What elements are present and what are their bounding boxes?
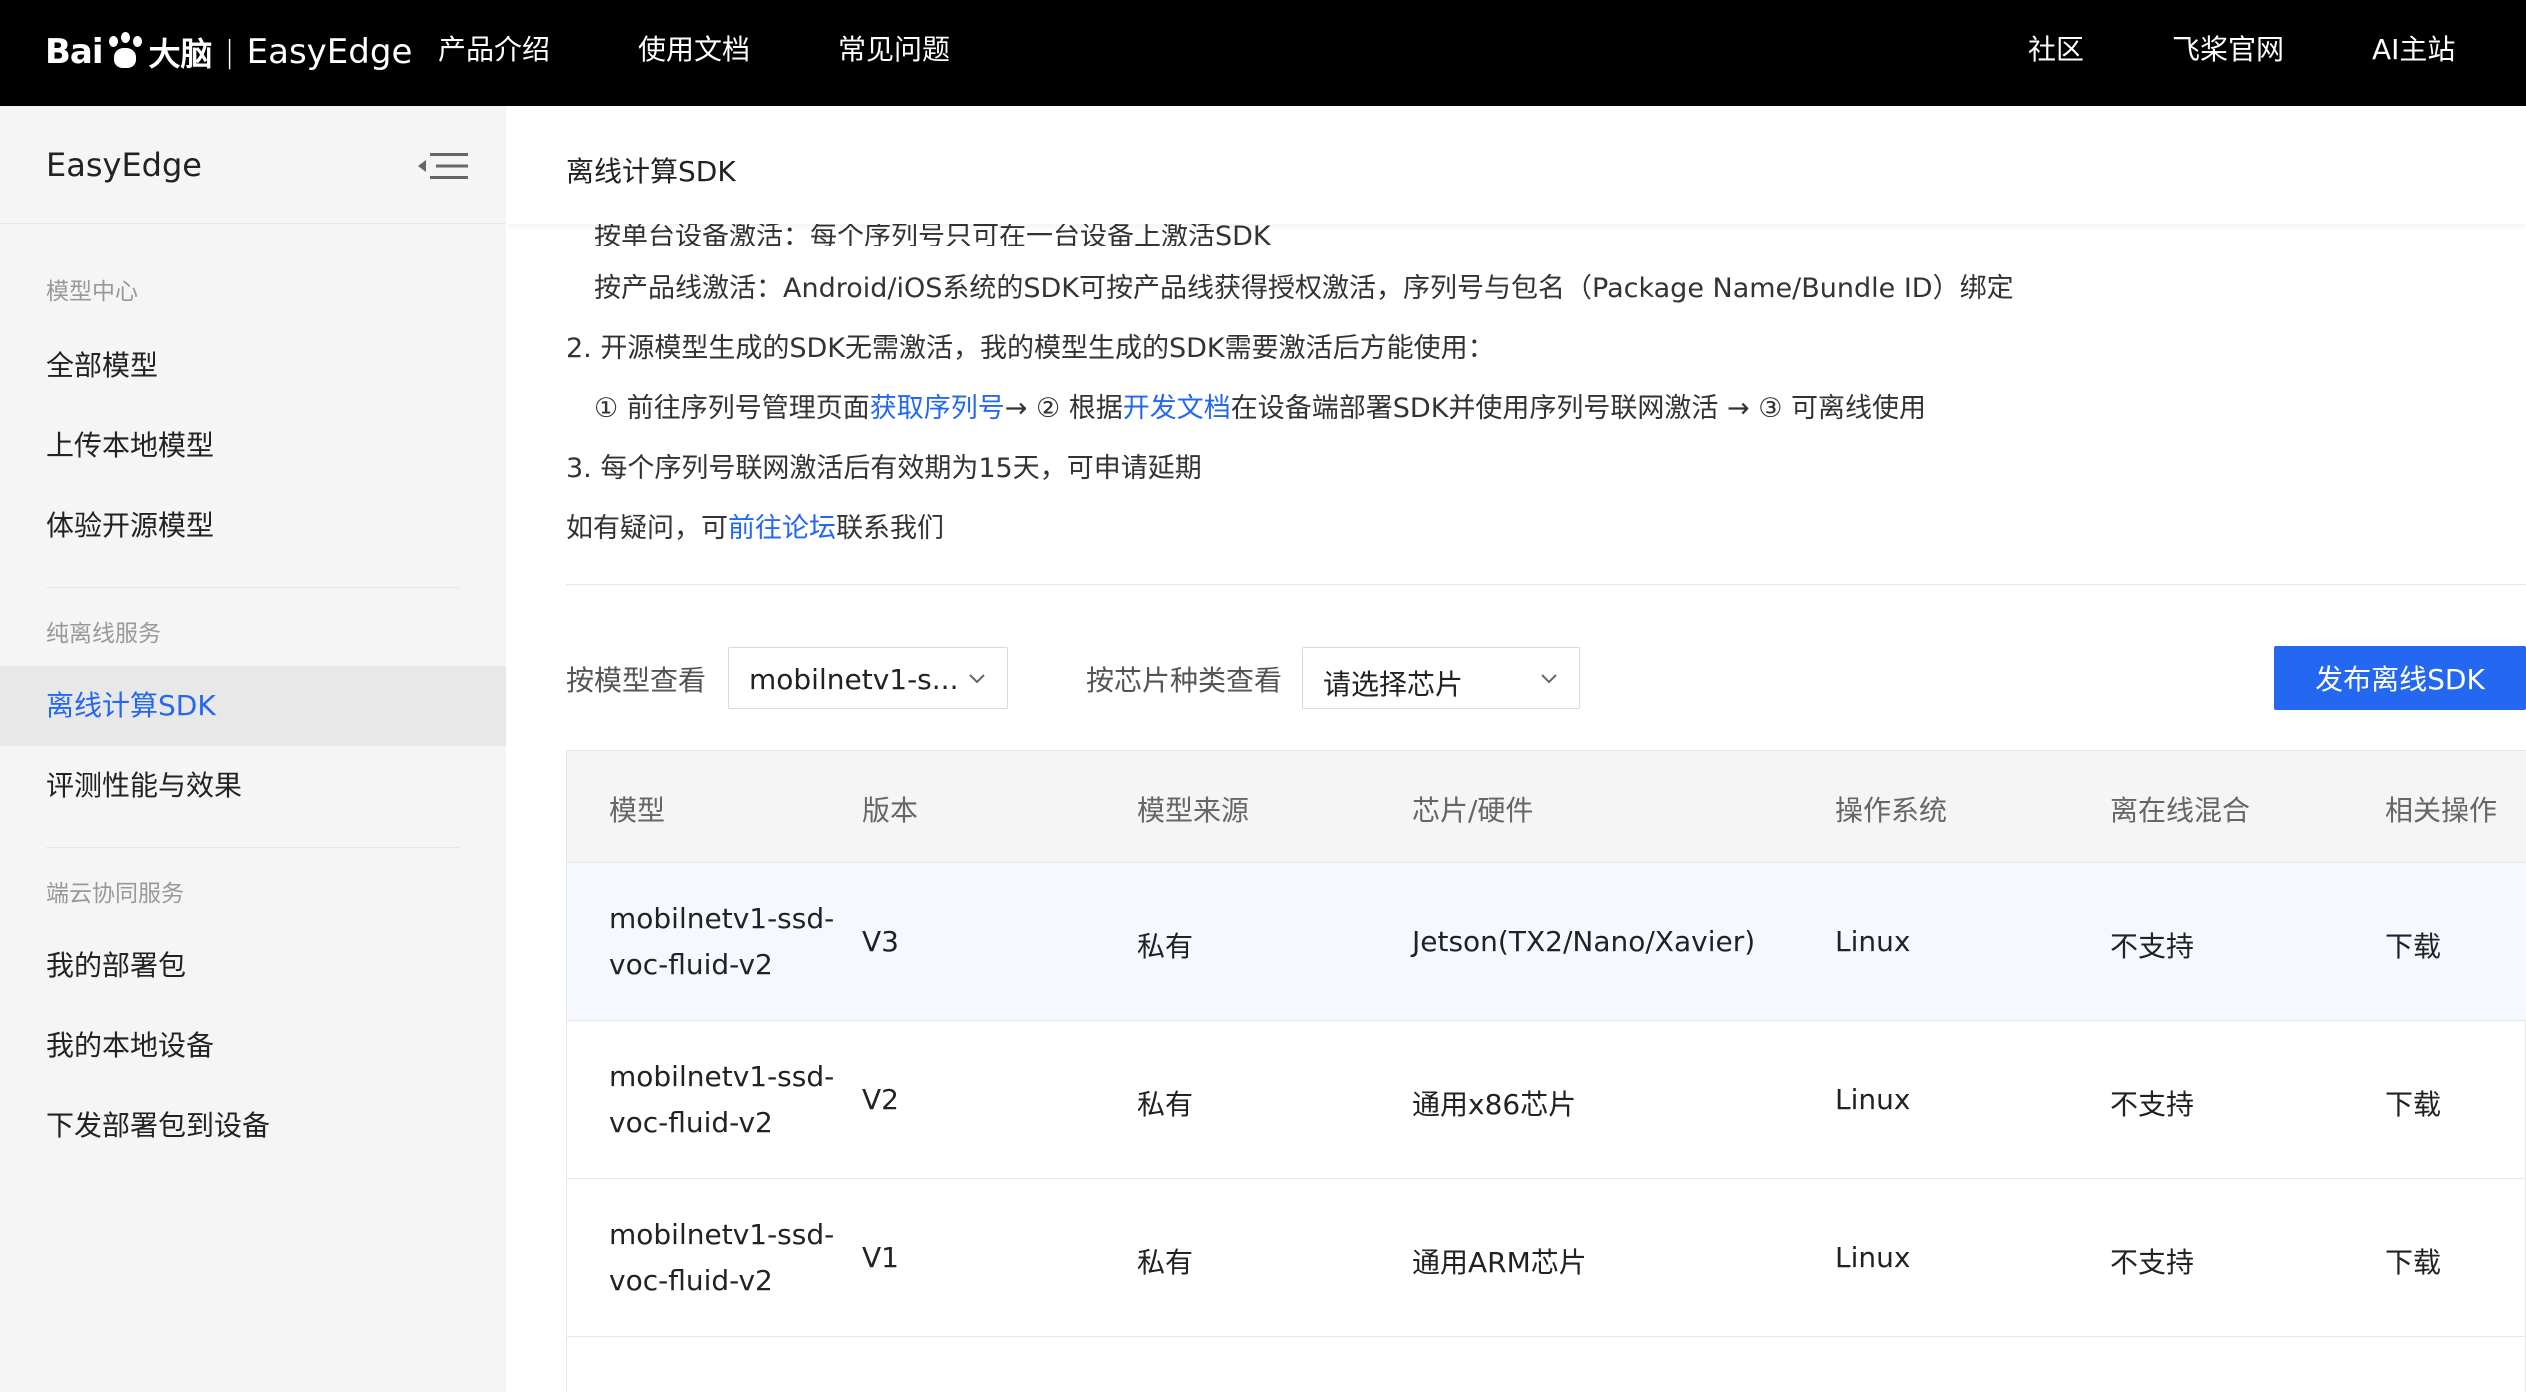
cell-os: Linux: [1835, 1241, 1911, 1274]
collapse-menu-icon[interactable]: [418, 150, 470, 182]
download-link[interactable]: 下载: [2385, 1083, 2441, 1123]
sidebar-item-my-packages[interactable]: 我的部署包: [0, 926, 506, 1006]
chip-select-value: 请选择芯片: [1323, 668, 1464, 701]
col-os: 操作系统: [1835, 794, 1948, 827]
baidu-paw-icon: [105, 32, 145, 72]
sdk-table: 模型 版本 模型来源 芯片/硬件 操作系统 离在线混合 相关操作 mobilne…: [566, 750, 2526, 1392]
top-navbar: Bai 大脑 | EasyEdge 产品介绍 使用文档 常见问题 社区 飞桨官网…: [0, 0, 2526, 106]
col-source: 模型来源: [1137, 794, 1250, 827]
get-serial-link[interactable]: 获取序列号: [870, 393, 1005, 424]
table-header: 模型 版本 模型来源 芯片/硬件 操作系统 离在线混合 相关操作: [567, 751, 2526, 863]
cell-chip: 通用ARM芯片: [1412, 1246, 1587, 1279]
sidebar-divider: [46, 587, 460, 588]
col-version: 版本: [862, 794, 919, 827]
section-divider: [566, 584, 2526, 585]
cell-version: V3: [862, 925, 899, 958]
note-activation-steps: ① 前往序列号管理页面获取序列号→ ② 根据开发文档在设备端部署SDK并使用序列…: [594, 393, 1927, 424]
nav-docs[interactable]: 使用文档: [638, 28, 750, 68]
cell-os: Linux: [1835, 1083, 1911, 1116]
filter-chip-label: 按芯片种类查看: [1086, 664, 1283, 697]
sidebar-divider: [46, 847, 460, 848]
nav-paddle-site[interactable]: 飞桨官网: [2172, 28, 2284, 68]
forum-link[interactable]: 前往论坛: [728, 513, 836, 544]
note-validity-period: 3. 每个序列号联网激活后有效期为15天，可申请延期: [566, 453, 1202, 484]
note-contact: 如有疑问，可前往论坛联系我们: [566, 513, 944, 544]
model-select-value: mobilnetv1-s...: [749, 663, 959, 696]
nav-faq[interactable]: 常见问题: [838, 28, 950, 68]
cell-chip: 通用x86芯片: [1412, 1088, 1577, 1121]
model-name-link[interactable]: mobilnetv1-ssd-voc-fluid-v2: [609, 896, 834, 988]
logo-danao-text: 大脑: [148, 35, 213, 73]
cell-chip: Jetson(TX2/Nano/Xavier): [1412, 925, 1756, 958]
chip-select[interactable]: 请选择芯片: [1302, 647, 1580, 709]
cell-source: 私有: [1137, 930, 1194, 963]
sidebar: EasyEdge 模型中心 全部模型 上传本地模型 体验开源模型 纯离线服务 离…: [0, 106, 506, 1392]
table-row: mobilnetv1-ssd-voc-fluid-v2 V2 私有 通用x86芯…: [567, 1021, 2526, 1179]
sidebar-item-evaluate-performance[interactable]: 评测性能与效果: [0, 746, 506, 826]
chevron-down-icon: [1541, 674, 1557, 684]
nav-community[interactable]: 社区: [2028, 28, 2084, 68]
model-name-link[interactable]: mobilnetv1-ssd-voc-fluid-v2: [609, 1212, 834, 1304]
sidebar-title: EasyEdge: [46, 146, 202, 184]
cell-hybrid: 不支持: [2110, 930, 2195, 963]
sidebar-item-try-open-model[interactable]: 体验开源模型: [0, 486, 506, 566]
download-link[interactable]: 下载: [2385, 1241, 2441, 1281]
sidebar-item-my-local-devices[interactable]: 我的本地设备: [0, 1006, 506, 1086]
cell-version: V1: [862, 1241, 899, 1274]
table-row: mobilnetv1-ssd-voc-fluid-v2 V1 私有 通用ARM芯…: [567, 1179, 2526, 1337]
page-title: 离线计算SDK: [566, 155, 736, 188]
dev-docs-link[interactable]: 开发文档: [1123, 393, 1231, 424]
publish-offline-sdk-button[interactable]: 发布离线SDK: [2274, 646, 2526, 710]
sidebar-item-offline-sdk[interactable]: 离线计算SDK: [0, 666, 506, 746]
col-actions: 相关操作: [2385, 794, 2498, 827]
table-row: mobilnetv1-ssd-voc-fluid-v2 V3 私有 Jetson…: [567, 863, 2526, 1021]
model-name-link[interactable]: mobilnetv1-ssd-voc-fluid-v2: [609, 1054, 834, 1146]
note-activation-required: 2. 开源模型生成的SDK无需激活，我的模型生成的SDK需要激活后方能使用：: [566, 333, 1495, 364]
filter-model-label: 按模型查看: [566, 664, 707, 697]
sidebar-item-all-models[interactable]: 全部模型: [0, 326, 506, 406]
cell-source: 私有: [1137, 1088, 1194, 1121]
model-select[interactable]: mobilnetv1-s...: [728, 647, 1008, 709]
main-content: 离线计算SDK 按单台设备激活：每个序列号只可在一台设备上激活SDK 按产品线激…: [506, 106, 2526, 1392]
logo-bai-text: Bai: [45, 32, 104, 72]
cell-source: 私有: [1137, 1246, 1194, 1279]
logo-separator: |: [224, 34, 235, 70]
download-link[interactable]: 下载: [2385, 925, 2441, 965]
chevron-down-icon: [969, 674, 985, 684]
sidebar-item-upload-local-model[interactable]: 上传本地模型: [0, 406, 506, 486]
sidebar-group-offline-service: 纯离线服务: [46, 621, 161, 647]
breadcrumb-bar: 离线计算SDK: [506, 106, 2526, 224]
note-product-line-activation: 按产品线激活：Android/iOS系统的SDK可按产品线获得授权激活，序列号与…: [594, 273, 2014, 304]
cell-os: Linux: [1835, 925, 1911, 958]
cell-hybrid: 不支持: [2110, 1088, 2195, 1121]
sidebar-group-edge-cloud: 端云协同服务: [46, 881, 184, 907]
col-chip: 芯片/硬件: [1412, 794, 1534, 827]
sidebar-item-deploy-to-device[interactable]: 下发部署包到设备: [0, 1086, 506, 1166]
col-model: 模型: [609, 794, 666, 827]
sidebar-header: EasyEdge: [0, 106, 506, 224]
sidebar-group-model-center: 模型中心: [46, 279, 138, 305]
nav-product-intro[interactable]: 产品介绍: [438, 28, 550, 68]
logo-product-name: EasyEdge: [246, 32, 413, 72]
col-hybrid: 离在线混合: [2110, 794, 2251, 827]
baidu-easyedge-logo[interactable]: Bai 大脑 | EasyEdge: [45, 18, 412, 86]
cell-hybrid: 不支持: [2110, 1246, 2195, 1279]
cell-version: V2: [862, 1083, 899, 1116]
nav-ai-site[interactable]: AI主站: [2372, 28, 2455, 68]
